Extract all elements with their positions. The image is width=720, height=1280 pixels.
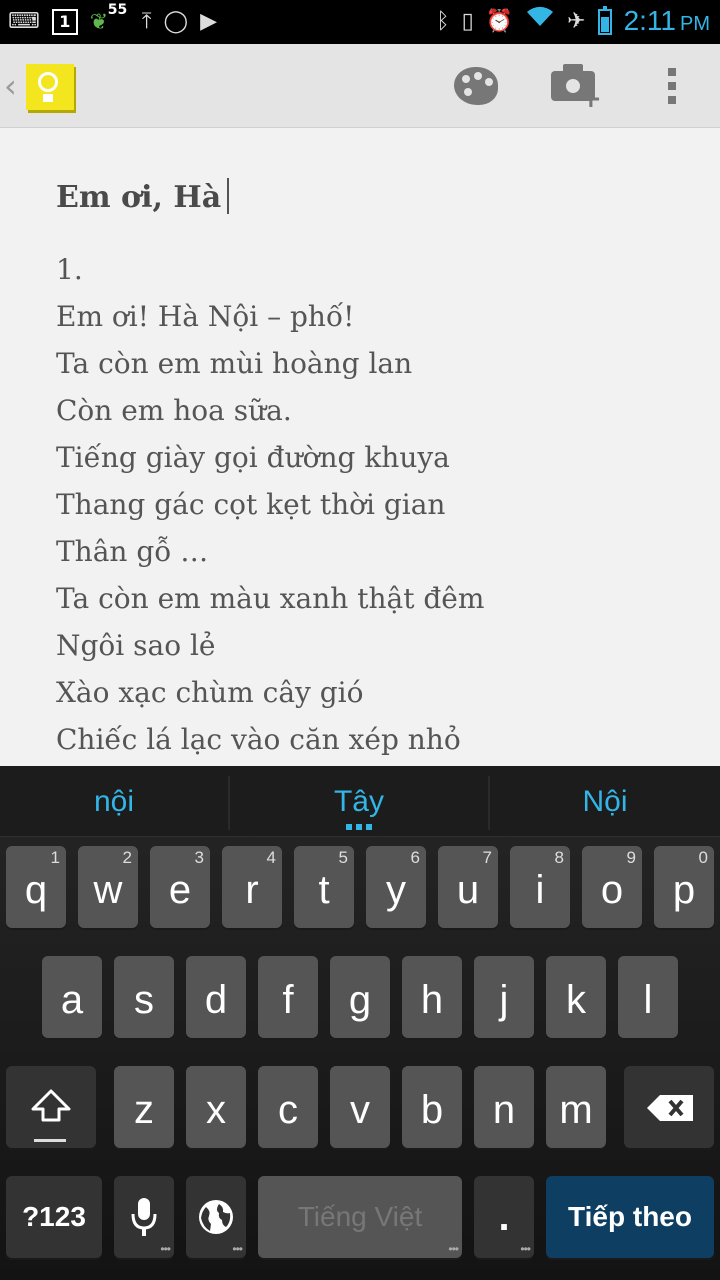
suggestion-3[interactable]: Nội xyxy=(490,766,720,836)
note-line: Thân gỗ … xyxy=(56,535,209,568)
key-r[interactable]: r4 xyxy=(222,846,282,928)
leaf-notification-icon: ❦ 55 xyxy=(89,2,128,35)
next-action-key[interactable]: Tiếp theo xyxy=(546,1176,714,1258)
bluetooth-icon: ᛒ xyxy=(436,9,450,34)
symbols-key[interactable]: ?123 xyxy=(6,1176,102,1258)
shift-icon xyxy=(31,1089,71,1122)
key-u[interactable]: u7 xyxy=(438,846,498,928)
soft-keyboard: nội Tây Nội q1 w2 e3 r4 t5 y6 u7 i8 o9 p… xyxy=(0,766,720,1280)
key-j[interactable]: j xyxy=(474,956,534,1038)
key-z[interactable]: z xyxy=(114,1066,174,1148)
more-suggestions-icon[interactable] xyxy=(346,824,372,830)
keyboard-icon: ⌨ xyxy=(8,9,40,34)
calendar-icon: 1 xyxy=(51,9,78,35)
period-key[interactable]: . ••• xyxy=(474,1176,534,1258)
note-title-field[interactable]: Em ơi, Hà xyxy=(56,178,230,215)
color-palette-button[interactable] xyxy=(446,44,506,128)
backspace-icon xyxy=(647,1095,693,1121)
key-i[interactable]: i8 xyxy=(510,846,570,928)
language-key[interactable]: ••• xyxy=(186,1176,246,1258)
keep-app-icon[interactable] xyxy=(26,64,74,110)
alarm-icon: ⏰ xyxy=(485,9,514,34)
key-v[interactable]: v xyxy=(330,1066,390,1148)
key-y[interactable]: y6 xyxy=(366,846,426,928)
note-line: 1. xyxy=(56,253,83,286)
key-b[interactable]: b xyxy=(402,1066,462,1148)
key-g[interactable]: g xyxy=(330,956,390,1038)
overflow-menu-button[interactable] xyxy=(650,44,694,128)
clock: 2:11 PM xyxy=(623,4,710,36)
key-q[interactable]: q1 xyxy=(6,846,66,928)
action-bar: ‹ + xyxy=(0,44,720,128)
note-line: Chiếc lá lạc vào căn xép nhỏ xyxy=(56,723,461,756)
note-line: Ngôi sao lẻ xyxy=(56,629,216,662)
globe-icon xyxy=(199,1200,233,1234)
key-t[interactable]: t5 xyxy=(294,846,354,928)
note-line: Còn em hoa sữa. xyxy=(56,394,292,427)
wifi-icon xyxy=(525,4,555,40)
suggestion-1[interactable]: nội xyxy=(0,766,228,836)
key-m[interactable]: m xyxy=(546,1066,606,1148)
space-key[interactable]: Tiếng Việt ••• xyxy=(258,1176,462,1258)
play-store-icon: ▶ xyxy=(200,9,218,34)
note-line: Ta còn em màu xanh thật đêm xyxy=(56,582,485,615)
chat-bubble-icon: ◯ xyxy=(163,9,189,34)
microphone-icon xyxy=(131,1198,157,1236)
key-f[interactable]: f xyxy=(258,956,318,1038)
key-p[interactable]: p0 xyxy=(654,846,714,928)
key-e[interactable]: e3 xyxy=(150,846,210,928)
key-k[interactable]: k xyxy=(546,956,606,1038)
key-h[interactable]: h xyxy=(402,956,462,1038)
plus-icon: + xyxy=(580,84,602,114)
key-o[interactable]: o9 xyxy=(582,846,642,928)
key-w[interactable]: w2 xyxy=(78,846,138,928)
key-a[interactable]: a xyxy=(42,956,102,1038)
voice-input-key[interactable]: ••• xyxy=(114,1176,174,1258)
note-line: Xào xạc chùm cây gió xyxy=(56,676,364,709)
overflow-menu-icon xyxy=(668,68,676,104)
key-l[interactable]: l xyxy=(618,956,678,1038)
backspace-key[interactable] xyxy=(624,1066,714,1148)
key-s[interactable]: s xyxy=(114,956,174,1038)
note-line: Tiếng giày gọi đường khuya xyxy=(56,441,450,474)
upload-icon: ⤒ xyxy=(141,9,152,34)
notification-count: 55 xyxy=(107,2,128,18)
shift-key[interactable] xyxy=(6,1066,96,1148)
note-body-field[interactable]: 1. Em ơi! Hà Nội – phố! Ta còn em mùi ho… xyxy=(56,246,484,763)
note-line: Em ơi! Hà Nội – phố! xyxy=(56,300,355,333)
status-bar: ⌨ 1 ❦ 55 ⤒ ◯ ▶ ᛒ ▯ ⏰ ✈ 2:11 PM xyxy=(0,0,720,44)
key-d[interactable]: d xyxy=(186,956,246,1038)
key-n[interactable]: n xyxy=(474,1066,534,1148)
note-line: Ta còn em mùi hoàng lan xyxy=(56,347,413,380)
battery-icon xyxy=(597,6,612,35)
note-editor[interactable]: Em ơi, Hà 1. Em ơi! Hà Nội – phố! Ta còn… xyxy=(0,128,720,766)
suggestion-strip: nội Tây Nội xyxy=(0,766,720,837)
vibrate-icon: ▯ xyxy=(461,9,474,34)
text-cursor xyxy=(227,178,230,214)
key-c[interactable]: c xyxy=(258,1066,318,1148)
airplane-icon: ✈ xyxy=(567,9,586,34)
back-chevron-icon[interactable]: ‹ xyxy=(4,66,17,106)
key-x[interactable]: x xyxy=(186,1066,246,1148)
note-line: Thang gác cọt kẹt thời gian xyxy=(56,488,446,521)
palette-icon xyxy=(454,67,498,105)
